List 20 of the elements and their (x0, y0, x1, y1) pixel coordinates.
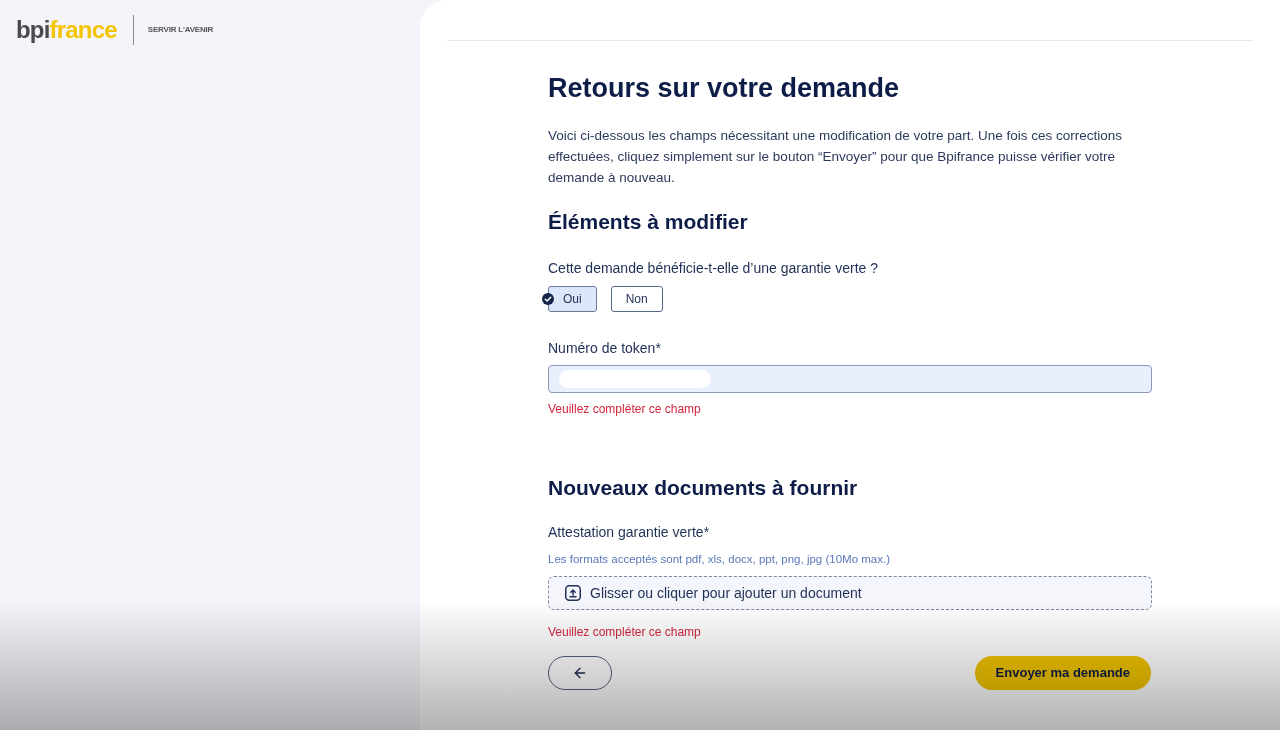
section-heading: Nouveaux documents à fournir (548, 475, 859, 501)
error-message: Veuillez compléter ce champ (548, 624, 702, 640)
file-drop-zone[interactable]: Glisser ou cliquer pour ajouter un document (548, 576, 1152, 610)
brand-tagline: SERVIR L'AVENIR (147, 24, 214, 36)
question-label: Cette demande bénéficie-t-elle d’une garantie verte ? (548, 259, 879, 278)
upload-icon (565, 585, 581, 601)
back-button[interactable] (548, 656, 612, 690)
token-input-field[interactable] (548, 365, 1152, 393)
section-heading: Éléments à modifier (548, 209, 749, 235)
format-hint: Les formats acceptés sont pdf, xls, docx, ppt, png, jpg (10Mo max.) (548, 552, 891, 567)
check-circle-icon (542, 293, 554, 305)
submit-button[interactable]: Envoyer ma demande (974, 656, 1151, 690)
field-label: Attestation garantie verte* (548, 523, 711, 542)
intro-paragraph: Voici ci-dessous les champs nécessitant une modification de votre part. Une fois ces corrections effectuées, cliquez simplement sur le bouton “Envoyer” pour que Bpifrance puisse vérifier votre demande à nouveau. (548, 127, 1124, 187)
choice-button[interactable]: Non (610, 286, 663, 312)
page-title: Retours sur votre demande (548, 72, 901, 105)
brand-logo: bpifrance (16, 15, 117, 45)
choice-button[interactable]: Oui (548, 286, 597, 312)
error-message: Veuillez compléter ce champ (548, 401, 702, 417)
field-label: Numéro de token* (548, 339, 662, 358)
